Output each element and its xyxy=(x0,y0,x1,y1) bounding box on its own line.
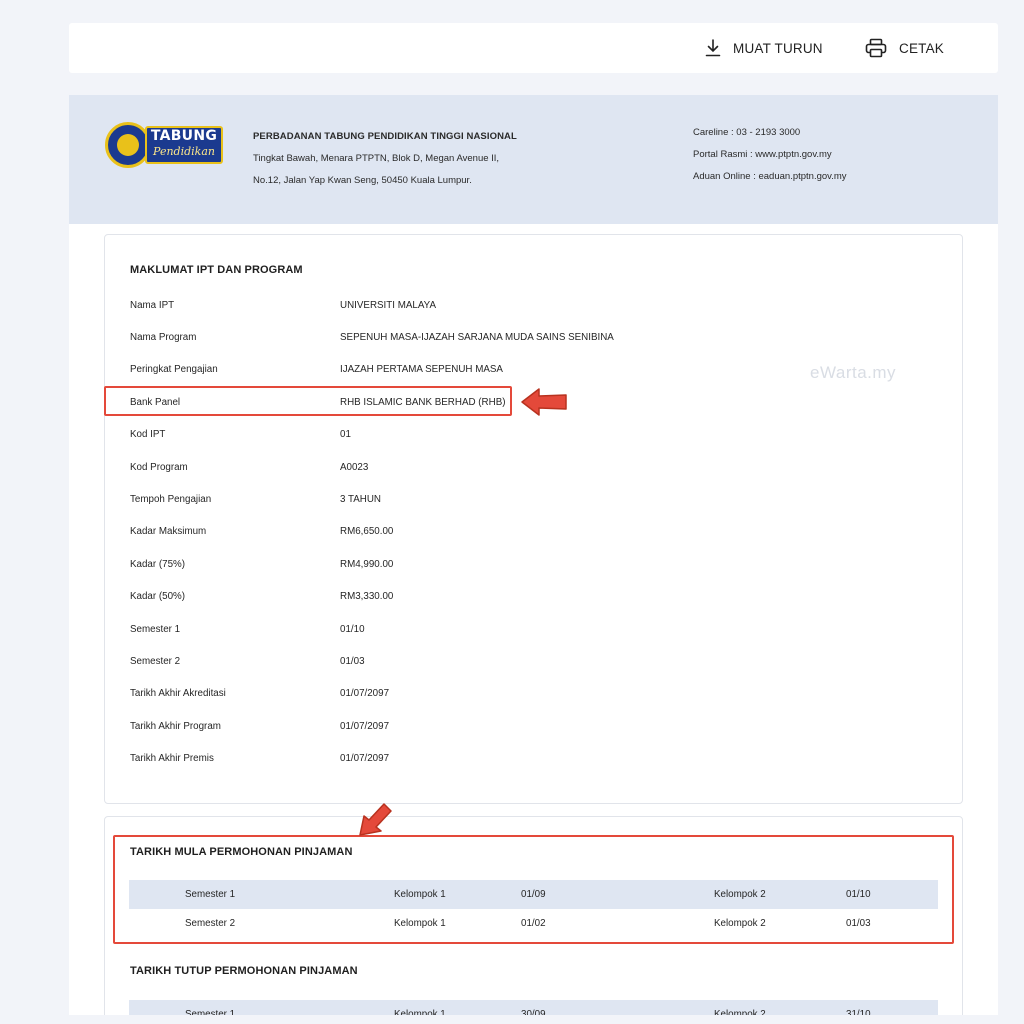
info-label: Kadar Maksimum xyxy=(130,526,207,538)
watermark-text: eWarta.my xyxy=(810,363,897,382)
info-label: Tarikh Akhir Akreditasi xyxy=(130,688,226,700)
left-arrow-icon xyxy=(521,388,567,416)
info-label: Tarikh Akhir Program xyxy=(130,720,221,732)
info-row: Kadar (75%) RM4,990.00 xyxy=(130,548,930,580)
info-row: Tempoh Pengajian 3 TAHUN xyxy=(130,483,930,515)
info-value: RM3,330.00 xyxy=(340,591,394,603)
info-value: UNIVERSITI MALAYA xyxy=(340,299,436,311)
info-row: Semester 2 01/03 xyxy=(130,645,930,677)
info-row: Kod Program A0023 xyxy=(130,451,930,483)
start-date-table: Semester 1 Kelompok 1 01/09 Kelompok 2 0… xyxy=(129,880,938,938)
print-label: CETAK xyxy=(899,40,945,56)
info-label: Peringkat Pengajian xyxy=(130,364,218,376)
address-line2: No.12, Jalan Yap Kwan Seng, 50450 Kuala … xyxy=(253,175,472,186)
letterhead: TABUNG Pendidikan PERBADANAN TABUNG PEND… xyxy=(69,95,998,224)
end-date-table: Semester 1 Kelompok 1 30/09 Kelompok 2 3… xyxy=(129,1000,938,1015)
contact-info: Careline : 03 - 2193 3000 Portal Rasmi :… xyxy=(693,122,847,188)
info-section-title: MAKLUMAT IPT DAN PROGRAM xyxy=(130,264,303,276)
info-value: 01/07/2097 xyxy=(340,720,390,732)
info-value: 01/10 xyxy=(340,623,365,635)
info-label: Kod IPT xyxy=(130,429,166,441)
semester-cell: Semester 1 xyxy=(185,889,236,900)
kelompok2-date: 31/10 xyxy=(846,1009,871,1015)
info-value: RM4,990.00 xyxy=(340,558,394,570)
table-row: Semester 1 Kelompok 1 30/09 Kelompok 2 3… xyxy=(129,1000,938,1015)
info-row: Kadar (50%) RM3,330.00 xyxy=(130,581,930,613)
kelompok1-label: Kelompok 1 xyxy=(394,889,446,900)
info-card: MAKLUMAT IPT DAN PROGRAM Nama IPT UNIVERS… xyxy=(104,234,963,804)
info-label: Kod Program xyxy=(130,461,188,473)
info-row: Kod IPT 01 xyxy=(130,419,930,451)
kelompok1-date: 01/02 xyxy=(521,918,546,929)
download-button[interactable]: MUAT TURUN xyxy=(705,23,823,73)
org-name: PERBADANAN TABUNG PENDIDIKAN TINGGI NASI… xyxy=(253,131,517,142)
dates-card: TARIKH MULA PERMOHONAN PINJAMAN Semester… xyxy=(104,816,963,1015)
info-label: Nama Program xyxy=(130,332,197,344)
printer-icon xyxy=(865,38,887,58)
down-arrow-icon xyxy=(359,803,392,836)
kelompok2-label: Kelompok 2 xyxy=(714,889,766,900)
kelompok1-date: 01/09 xyxy=(521,889,546,900)
start-section-title: TARIKH MULA PERMOHONAN PINJAMAN xyxy=(130,846,353,858)
info-value: RHB ISLAMIC BANK BERHAD (RHB) xyxy=(340,396,506,408)
info-row: Tarikh Akhir Premis 01/07/2097 xyxy=(130,742,930,774)
info-label: Tarikh Akhir Premis xyxy=(130,753,214,765)
table-row: Semester 2 Kelompok 1 01/02 Kelompok 2 0… xyxy=(129,909,938,938)
kelompok2-date: 01/03 xyxy=(846,918,871,929)
info-value: 01/03 xyxy=(340,655,365,667)
info-row: Nama Program SEPENUH MASA-IJAZAH SARJANA … xyxy=(130,321,930,353)
info-label: Nama IPT xyxy=(130,299,175,311)
download-label: MUAT TURUN xyxy=(733,40,823,56)
careline: Careline : 03 - 2193 3000 xyxy=(693,127,801,138)
ptptn-logo: TABUNG Pendidikan xyxy=(105,122,225,168)
info-value: 3 TAHUN xyxy=(340,494,382,506)
info-row: Nama IPT UNIVERSITI MALAYA xyxy=(130,289,930,321)
info-label: Tempoh Pengajian xyxy=(130,494,212,506)
info-label: Bank Panel xyxy=(130,396,181,408)
logo-word1: TABUNG xyxy=(150,128,218,144)
info-value: RM6,650.00 xyxy=(340,526,394,538)
portal-link: Portal Rasmi : www.ptptn.gov.my xyxy=(693,149,832,160)
logo-word2: Pendidikan xyxy=(153,145,215,158)
info-label: Kadar (50%) xyxy=(130,591,185,603)
org-address: PERBADANAN TABUNG PENDIDIKAN TINGGI NASI… xyxy=(253,126,517,192)
kelompok2-label: Kelompok 2 xyxy=(714,1009,766,1015)
kelompok1-label: Kelompok 1 xyxy=(394,918,446,929)
toolbar: MUAT TURUN CETAK xyxy=(69,23,998,73)
address-line1: Tingkat Bawah, Menara PTPTN, Blok D, Meg… xyxy=(253,153,500,164)
end-section-title: TARIKH TUTUP PERMOHONAN PINJAMAN xyxy=(130,965,358,977)
info-label: Semester 1 xyxy=(130,623,181,635)
info-row: Kadar Maksimum RM6,650.00 xyxy=(130,516,930,548)
semester-cell: Semester 2 xyxy=(185,918,236,929)
info-value: A0023 xyxy=(340,461,369,473)
info-value: 01 xyxy=(340,429,351,441)
aduan-link: Aduan Online : eaduan.ptptn.gov.my xyxy=(693,171,847,182)
info-value: SEPENUH MASA-IJAZAH SARJANA MUDA SAINS S… xyxy=(340,332,614,344)
kelompok1-date: 30/09 xyxy=(521,1009,546,1015)
table-row: Semester 1 Kelompok 1 01/09 Kelompok 2 0… xyxy=(129,880,938,909)
info-list: Nama IPT UNIVERSITI MALAYA Nama Program SE… xyxy=(130,289,930,775)
info-row: Tarikh Akhir Akreditasi 01/07/2097 xyxy=(130,678,930,710)
semester-cell: Semester 1 xyxy=(185,1009,236,1015)
info-label: Kadar (75%) xyxy=(130,558,185,570)
info-row: Tarikh Akhir Program 01/07/2097 xyxy=(130,710,930,742)
info-row: Semester 1 01/10 xyxy=(130,613,930,645)
info-label: Semester 2 xyxy=(130,655,181,667)
info-value: 01/07/2097 xyxy=(340,753,390,765)
kelompok1-label: Kelompok 1 xyxy=(394,1009,446,1015)
download-icon xyxy=(705,39,721,57)
info-value: 01/07/2097 xyxy=(340,688,390,700)
kelompok2-label: Kelompok 2 xyxy=(714,918,766,929)
kelompok2-date: 01/10 xyxy=(846,889,871,900)
document-sheet: TABUNG Pendidikan PERBADANAN TABUNG PEND… xyxy=(69,95,998,1015)
print-button[interactable]: CETAK xyxy=(865,23,944,73)
logo-wordmark: TABUNG Pendidikan xyxy=(145,126,223,164)
